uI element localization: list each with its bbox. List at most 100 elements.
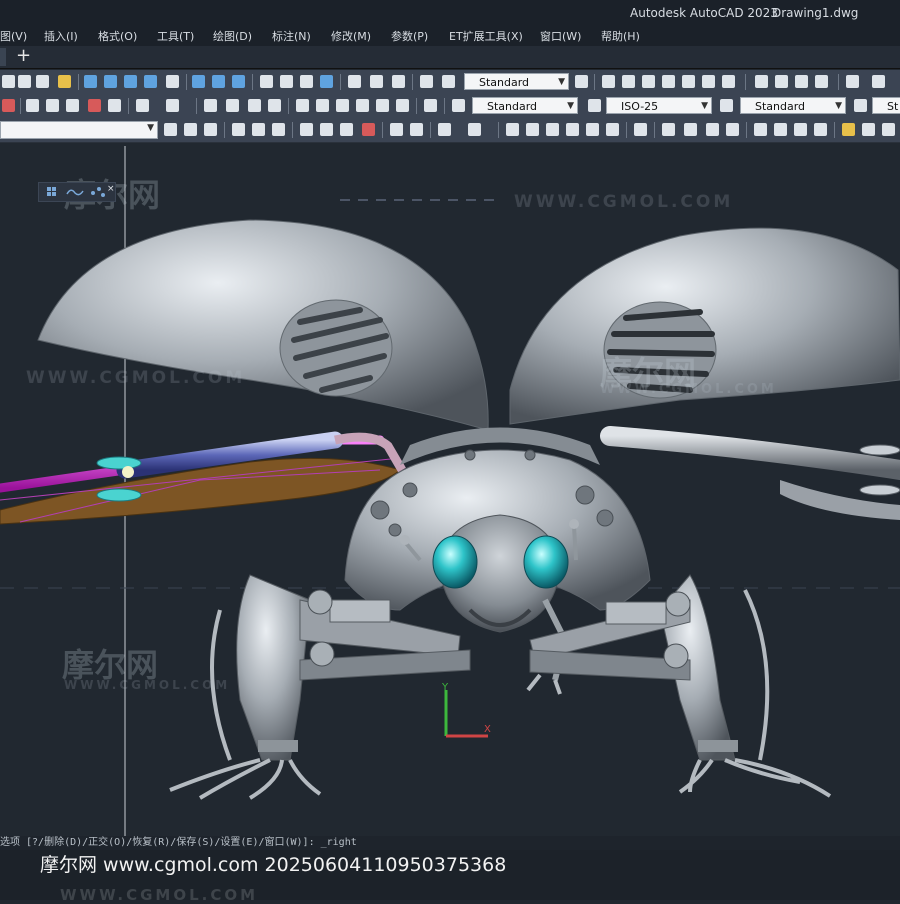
new-tab-button[interactable]: + <box>16 45 31 66</box>
menu-insert[interactable]: 插入(I) <box>44 28 78 44</box>
view-top-icon[interactable] <box>682 75 695 88</box>
extrude-icon[interactable] <box>320 75 333 88</box>
iso-se-icon[interactable] <box>775 75 788 88</box>
menu-tools[interactable]: 工具(T) <box>157 28 194 44</box>
text-style-icon[interactable] <box>420 75 433 88</box>
dim-style-icon[interactable] <box>575 75 588 88</box>
view-left-icon[interactable] <box>642 75 655 88</box>
viewport-icon[interactable] <box>300 75 313 88</box>
angular-icon[interactable] <box>814 123 827 136</box>
menu-format[interactable]: 格式(O) <box>98 28 137 44</box>
copy-icon[interactable] <box>410 123 423 136</box>
zoom-previous-icon[interactable] <box>268 99 281 112</box>
help-icon[interactable] <box>424 99 437 112</box>
view-bottom-icon[interactable] <box>702 75 715 88</box>
markup-icon[interactable] <box>376 99 389 112</box>
dim-style-icon-2[interactable] <box>588 99 601 112</box>
solid-icon[interactable] <box>18 75 31 88</box>
sphere-icon[interactable] <box>144 75 157 88</box>
drawing-tab[interactable] <box>0 48 6 66</box>
polyline-icon[interactable] <box>348 75 361 88</box>
arc-length-icon[interactable] <box>706 123 719 136</box>
undo-icon[interactable] <box>136 99 149 112</box>
menu-help[interactable]: 帮助(H) <box>601 28 640 44</box>
menu-modify[interactable]: 修改(M) <box>331 28 371 44</box>
drawing-viewport[interactable]: Y X WWW.CGMOL.COM WWW.CGMOL.COM WWW.CGMO… <box>0 146 900 836</box>
multileader-style-icon[interactable] <box>854 99 867 112</box>
new-file-icon[interactable] <box>26 99 39 112</box>
torus-icon[interactable] <box>166 75 179 88</box>
zoom-extents-icon[interactable] <box>872 75 885 88</box>
plot-preview-icon[interactable] <box>320 123 333 136</box>
layer-state-icon[interactable] <box>2 99 15 112</box>
view-right-icon[interactable] <box>662 75 675 88</box>
orbit-icon[interactable] <box>260 75 273 88</box>
baseline-icon[interactable] <box>862 123 875 136</box>
calculator-icon[interactable] <box>396 99 409 112</box>
eraser-icon[interactable] <box>58 75 71 88</box>
text-style-dropdown[interactable]: Standard ▼ <box>464 73 569 90</box>
iso-nw-icon[interactable] <box>815 75 828 88</box>
text-style-icon-2[interactable] <box>452 99 465 112</box>
diameter-icon[interactable] <box>794 123 807 136</box>
jogged-icon[interactable] <box>774 123 787 136</box>
3d-print-icon[interactable] <box>362 123 375 136</box>
save-icon-2[interactable] <box>272 123 285 136</box>
design-center-icon[interactable] <box>316 99 329 112</box>
print-icon[interactable] <box>88 99 101 112</box>
dim-style-dropdown[interactable]: ISO-25 ▼ <box>606 97 712 114</box>
open-file-icon[interactable] <box>46 99 59 112</box>
menu-view[interactable]: 图(V) <box>0 28 27 44</box>
open-icon[interactable] <box>252 123 265 136</box>
view-back-icon[interactable] <box>622 75 635 88</box>
quick-dim-icon[interactable] <box>842 123 855 136</box>
zoom-window-icon[interactable] <box>248 99 261 112</box>
make-current-icon[interactable] <box>184 123 197 136</box>
camera-icon[interactable] <box>846 75 859 88</box>
view-cube-icon[interactable] <box>280 75 293 88</box>
command-line[interactable]: 选项 [?/删除(D)/正交(O)/恢复(R)/保存(S)/设置(E)/窗口(W… <box>0 836 900 850</box>
view-iso-icon[interactable] <box>722 75 735 88</box>
intersect-icon[interactable] <box>232 75 245 88</box>
multileader-style-dropdown[interactable]: St <box>872 97 900 114</box>
plot-icon[interactable] <box>300 123 313 136</box>
layer-dropdown[interactable]: ▼ <box>0 121 158 139</box>
layer-properties-icon[interactable] <box>164 123 177 136</box>
markup-icon-2[interactable] <box>586 123 599 136</box>
undo-icon-2[interactable] <box>438 123 451 136</box>
iso-sw-icon[interactable] <box>755 75 768 88</box>
aligned-dim-icon[interactable] <box>684 123 697 136</box>
cut-icon[interactable] <box>390 123 403 136</box>
box-icon[interactable] <box>84 75 97 88</box>
radius-icon[interactable] <box>754 123 767 136</box>
subtract-icon[interactable] <box>212 75 225 88</box>
qnew-icon[interactable] <box>232 123 245 136</box>
extend-icon[interactable] <box>392 75 405 88</box>
properties-icon[interactable] <box>296 99 309 112</box>
tool-palettes-icon[interactable] <box>336 99 349 112</box>
cylinder-icon[interactable] <box>104 75 117 88</box>
zoom-realtime-icon[interactable] <box>226 99 239 112</box>
menu-dimension[interactable]: 标注(N) <box>272 28 311 44</box>
text-style-dropdown-2[interactable]: Standard ▼ <box>472 97 578 114</box>
redo-icon[interactable] <box>166 99 179 112</box>
annotation-icon[interactable] <box>442 75 455 88</box>
cone-icon[interactable] <box>124 75 137 88</box>
union-icon[interactable] <box>192 75 205 88</box>
menu-parametric[interactable]: 参数(P) <box>391 28 428 44</box>
help-icon-2[interactable] <box>634 123 647 136</box>
view-front-icon[interactable] <box>602 75 615 88</box>
table-style-icon[interactable] <box>720 99 733 112</box>
layers-icon[interactable] <box>36 75 49 88</box>
linear-dim-icon[interactable] <box>662 123 675 136</box>
preview-icon[interactable] <box>108 99 121 112</box>
design-center-icon-2[interactable] <box>526 123 539 136</box>
save-icon[interactable] <box>66 99 79 112</box>
pan-icon[interactable] <box>204 99 217 112</box>
properties-icon-2[interactable] <box>506 123 519 136</box>
ordinate-icon[interactable] <box>726 123 739 136</box>
publish-icon[interactable] <box>340 123 353 136</box>
tool-palettes-icon-2[interactable] <box>546 123 559 136</box>
render-icon[interactable] <box>2 75 15 88</box>
table-style-dropdown[interactable]: Standard ▼ <box>740 97 846 114</box>
